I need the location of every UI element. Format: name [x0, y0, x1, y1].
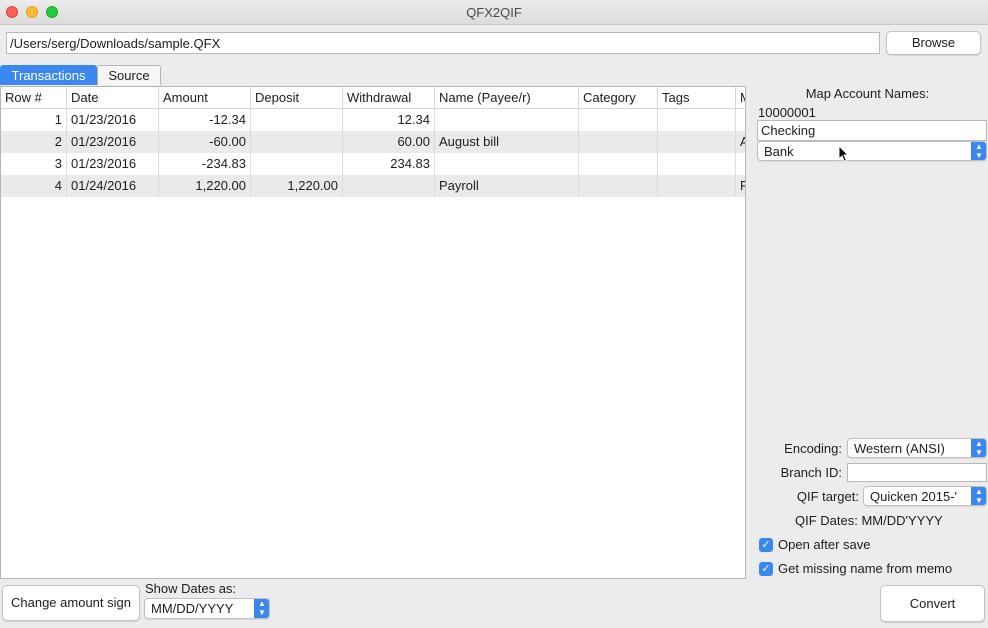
chevron-updown-icon: ▲ ▼ — [971, 487, 986, 505]
cell-name: Payroll — [435, 175, 579, 197]
cell-name — [435, 153, 579, 175]
cell-date: 01/24/2016 — [67, 175, 159, 197]
table-row[interactable]: 4 01/24/2016 1,220.00 1,220.00 Payroll P — [1, 175, 745, 197]
cell-withdrawal: 234.83 — [343, 153, 435, 175]
cell-memo: P — [736, 175, 745, 197]
column-header-withdrawal[interactable]: Withdrawal — [343, 87, 435, 108]
cell-withdrawal: 12.34 — [343, 109, 435, 131]
tab-transactions[interactable]: Transactions — [0, 65, 97, 85]
branch-id-input[interactable] — [847, 463, 987, 482]
cell-tags — [658, 175, 736, 197]
cell-withdrawal — [343, 175, 435, 197]
cell-date: 01/23/2016 — [67, 109, 159, 131]
qif-dates-label: QIF Dates: MM/DD'YYYY — [795, 513, 943, 528]
column-header-tags[interactable]: Tags — [658, 87, 736, 108]
cell-tags — [658, 131, 736, 153]
cell-row-number: 3 — [1, 153, 67, 175]
account-type-select[interactable]: Bank ▲ ▼ — [757, 141, 987, 161]
qif-target-label: QIF target: — [796, 489, 859, 504]
window-title: QFX2QIF — [466, 5, 522, 20]
table-row[interactable]: 1 01/23/2016 -12.34 12.34 — [1, 109, 745, 131]
convert-button[interactable]: Convert — [880, 585, 985, 622]
column-header-amount[interactable]: Amount — [159, 87, 251, 108]
chevron-updown-icon: ▲ ▼ — [971, 439, 986, 457]
column-header-date[interactable]: Date — [67, 87, 159, 108]
transactions-table[interactable]: Row # Date Amount Deposit Withdrawal Nam… — [0, 86, 746, 579]
cell-tags — [658, 109, 736, 131]
cell-deposit: 1,220.00 — [251, 175, 343, 197]
show-dates-label: Show Dates as: — [145, 581, 237, 596]
table-header: Row # Date Amount Deposit Withdrawal Nam… — [1, 87, 745, 109]
cell-row-number: 2 — [1, 131, 67, 153]
browse-button[interactable]: Browse — [886, 31, 981, 55]
qif-target-value: Quicken 2015-' — [870, 489, 958, 504]
table-row[interactable]: 3 01/23/2016 -234.83 234.83 — [1, 153, 745, 175]
column-header-category[interactable]: Category — [579, 87, 658, 108]
cell-date: 01/23/2016 — [67, 153, 159, 175]
cell-tags — [658, 153, 736, 175]
cell-amount: 1,220.00 — [159, 175, 251, 197]
cell-deposit — [251, 131, 343, 153]
table-row[interactable]: 2 01/23/2016 -60.00 60.00 August bill A — [1, 131, 745, 153]
cell-row-number: 4 — [1, 175, 67, 197]
cell-amount: -60.00 — [159, 131, 251, 153]
branch-id-label: Branch ID: — [780, 465, 842, 480]
get-missing-name-checkbox[interactable]: ✓ — [759, 562, 773, 576]
cell-category — [579, 109, 658, 131]
column-header-row[interactable]: Row # — [1, 87, 67, 108]
change-amount-sign-button[interactable]: Change amount sign — [2, 585, 140, 621]
cell-memo — [736, 153, 745, 175]
encoding-label: Encoding: — [784, 441, 842, 456]
open-after-save-label: Open after save — [778, 537, 871, 552]
chevron-updown-icon: ▲ ▼ — [971, 142, 986, 160]
cell-memo — [736, 109, 745, 131]
cell-withdrawal: 60.00 — [343, 131, 435, 153]
column-header-memo[interactable]: M — [736, 87, 745, 108]
date-format-select[interactable]: MM/DD/YYYY ▲ ▼ — [144, 598, 270, 619]
cell-row-number: 1 — [1, 109, 67, 131]
cell-category — [579, 131, 658, 153]
account-type-value: Bank — [764, 144, 794, 159]
cell-date: 01/23/2016 — [67, 131, 159, 153]
column-header-deposit[interactable]: Deposit — [251, 87, 343, 108]
get-missing-name-label: Get missing name from memo — [778, 561, 953, 576]
map-account-names-label: Map Account Names: — [805, 86, 930, 101]
column-header-name[interactable]: Name (Payee/r) — [435, 87, 579, 108]
cell-amount: -12.34 — [159, 109, 251, 131]
open-after-save-checkbox[interactable]: ✓ — [759, 538, 773, 552]
file-path-input[interactable]: /Users/serg/Downloads/sample.QFX — [6, 32, 880, 54]
cell-category — [579, 153, 658, 175]
date-format-value: MM/DD/YYYY — [151, 601, 234, 616]
encoding-select[interactable]: Western (ANSI) ▲ ▼ — [847, 438, 987, 458]
qif-target-select[interactable]: Quicken 2015-' ▲ ▼ — [863, 486, 987, 506]
cell-name: August bill — [435, 131, 579, 153]
encoding-value: Western (ANSI) — [854, 441, 945, 456]
account-id-label: 10000001 — [758, 105, 816, 120]
cell-category — [579, 175, 658, 197]
account-name-input[interactable]: Checking — [757, 120, 987, 141]
chevron-updown-icon: ▲ ▼ — [254, 599, 269, 618]
mouse-cursor-icon — [838, 145, 850, 163]
cell-name — [435, 109, 579, 131]
cell-deposit — [251, 153, 343, 175]
cell-memo: A — [736, 131, 745, 153]
cell-amount: -234.83 — [159, 153, 251, 175]
tab-source[interactable]: Source — [97, 65, 161, 85]
cell-deposit — [251, 109, 343, 131]
